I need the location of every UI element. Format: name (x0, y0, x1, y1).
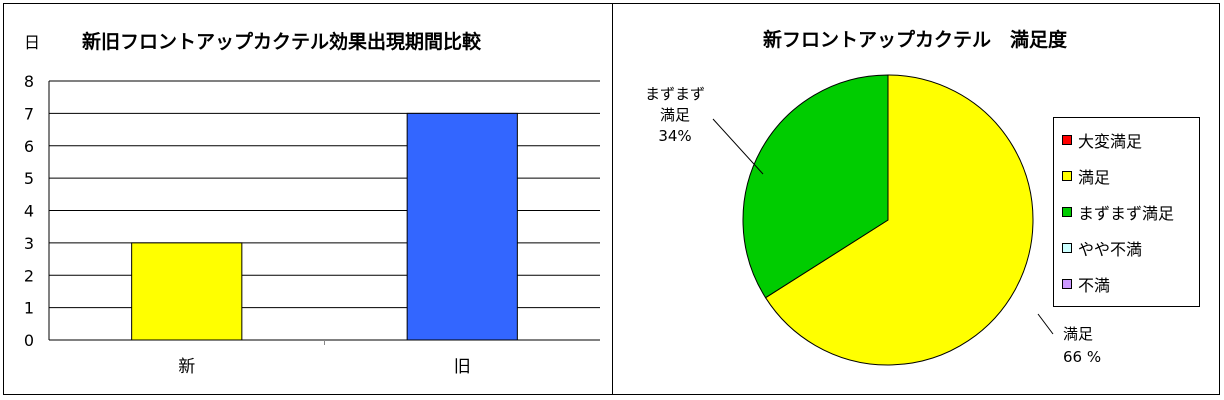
legend-item: 満足 (1062, 166, 1111, 187)
bar-chart: 新旧フロントアップカクテル効果出現期間比較 日 012345678 新旧 (24, 30, 600, 377)
legend-swatch (1062, 171, 1072, 181)
bar-新 (131, 242, 243, 341)
legend-item: 不満 (1062, 274, 1111, 295)
legend-label: まずまず満足 (1078, 204, 1175, 223)
y-tick-label: 5 (24, 169, 34, 188)
legend-label: 大変満足 (1078, 132, 1143, 151)
y-tick-label: 2 (24, 266, 34, 285)
legend-swatch (1062, 279, 1072, 289)
bar-chart-panel: 新旧フロントアップカクテル効果出現期間比較 日 012345678 新旧 (3, 3, 613, 395)
y-tick-label: 4 (24, 202, 34, 221)
bar-chart-title: 新旧フロントアップカクテル効果出現期間比較 (82, 30, 482, 53)
y-tick-label: 8 (24, 72, 34, 91)
pie-label-fair-name-2: 満足 (660, 106, 690, 124)
x-category-label: 旧 (454, 357, 471, 377)
y-axis-label: 日 (24, 33, 40, 52)
y-axis-ticks: 0 1 2 3 4 5 6 7 8 (24, 72, 34, 350)
pie-label-fair-name-1: まずまず (645, 85, 705, 103)
pie-label-satisfied-pct: 66 % (1063, 348, 1101, 366)
pie-slices (742, 74, 1034, 366)
y-tick-label: 7 (24, 104, 34, 123)
pie-label-fair-pct: 34% (658, 127, 691, 145)
pie-label-satisfied-name: 満足 (1063, 325, 1093, 343)
x-axis-labels: 新旧 (178, 357, 471, 377)
legend-label: やや不満 (1078, 240, 1143, 259)
legend-item: 大変満足 (1062, 130, 1143, 151)
y-tick-label: 1 (24, 299, 34, 318)
x-category-label: 新 (178, 357, 195, 377)
y-tick-label: 0 (24, 331, 34, 350)
legend-label: 満足 (1078, 168, 1111, 187)
bars (131, 112, 518, 341)
pie-chart-title: 新フロントアップカクテル 満足度 (763, 28, 1068, 51)
legend-label: 不満 (1078, 276, 1111, 295)
bar-旧 (406, 112, 518, 341)
legend-item: やや不満 (1062, 238, 1143, 259)
y-tick-label: 6 (24, 137, 34, 156)
legend-item: まずまず満足 (1062, 202, 1175, 223)
y-tick-label: 3 (24, 234, 34, 253)
legend-swatch (1062, 207, 1072, 217)
pie-legend: 大変満足満足まずまず満足 やや不満不満 (1053, 117, 1200, 307)
pie-chart-panel: 新フロントアップカクテル 満足度 満足 66 % まずまず 満足 34% 大変満… (612, 3, 1220, 395)
legend-swatch (1062, 135, 1072, 145)
legend-swatch (1062, 243, 1072, 253)
